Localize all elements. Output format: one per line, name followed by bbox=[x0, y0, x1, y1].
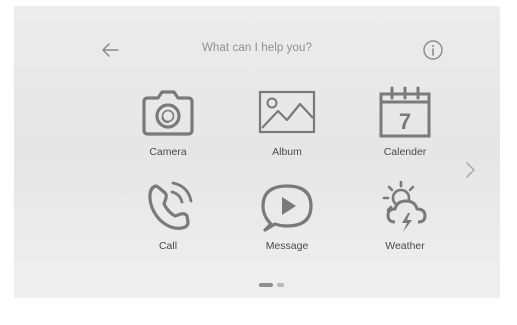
app-label: Call bbox=[158, 240, 178, 252]
app-label: Calender bbox=[383, 146, 427, 158]
app-message[interactable]: Message bbox=[242, 178, 332, 252]
page-indicator bbox=[259, 283, 284, 287]
image-icon bbox=[258, 90, 316, 134]
weather-storm-icon bbox=[382, 180, 427, 232]
app-label: Message bbox=[265, 240, 309, 252]
chevron-right-icon bbox=[466, 162, 475, 178]
info-button[interactable] bbox=[422, 39, 444, 61]
message-play-icon bbox=[261, 184, 313, 232]
phone-icon bbox=[148, 181, 193, 230]
app-label: Album bbox=[272, 146, 302, 158]
app-camera[interactable]: Camera bbox=[123, 84, 213, 158]
page-dot[interactable] bbox=[277, 283, 284, 287]
app-album[interactable]: Album bbox=[242, 84, 332, 158]
calendar-day: 7 bbox=[399, 109, 411, 134]
page-dot-active[interactable] bbox=[259, 283, 273, 287]
header: What can I help you? bbox=[14, 6, 500, 60]
camera-icon bbox=[142, 90, 194, 136]
app-calender[interactable]: 7 Calender bbox=[360, 84, 450, 158]
app-call[interactable]: Call bbox=[123, 178, 213, 252]
app-label: Camera bbox=[149, 146, 187, 158]
info-circle-icon bbox=[423, 40, 443, 60]
calendar-icon: 7 bbox=[379, 86, 431, 138]
app-label: Weather bbox=[385, 240, 425, 252]
app-weather[interactable]: Weather bbox=[360, 178, 450, 252]
next-page-button[interactable] bbox=[463, 158, 479, 182]
launcher-screen: What can I help you? Camera Album 7 Cale… bbox=[14, 6, 500, 298]
